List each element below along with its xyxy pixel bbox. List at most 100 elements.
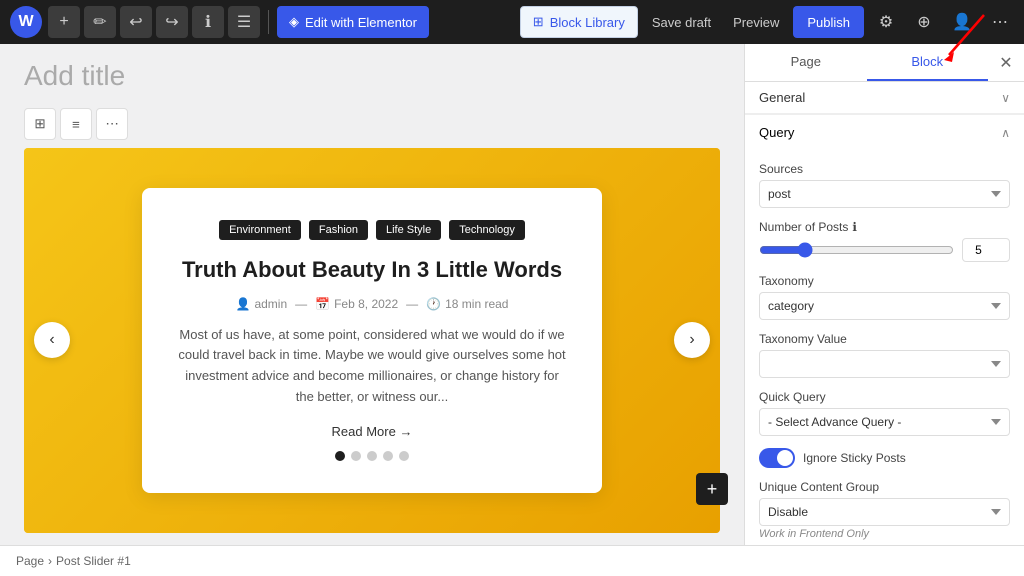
query-section-header[interactable]: Query ∧: [745, 115, 1024, 150]
slider-next-button[interactable]: ›: [674, 322, 710, 358]
slider-dots: [178, 451, 566, 461]
taxonomy-field-group: Taxonomy category tag: [759, 274, 1010, 320]
quick-query-field-group: Quick Query - Select Advance Query -: [759, 390, 1010, 436]
editor-area: Add title ⊞ ≡ ⋯ ‹ Environment Fashion Li…: [0, 44, 744, 545]
sources-field-group: Sources post page: [759, 162, 1010, 208]
block-more-button[interactable]: ⋯: [96, 108, 128, 140]
patterns-button[interactable]: ⊕: [908, 6, 940, 38]
slider-prev-button[interactable]: ‹: [34, 322, 70, 358]
edit-elementor-button[interactable]: ◈ Edit with Elementor: [277, 6, 429, 38]
calendar-icon: 📅: [315, 297, 330, 311]
main-toolbar: W + ✏ ↩ ↪ ℹ ☰ ◈ Edit with Elementor ⊞ Bl…: [0, 0, 1024, 44]
breadcrumb-separator: ›: [48, 554, 52, 568]
edit-elementor-label: Edit with Elementor: [305, 15, 417, 30]
number-of-posts-field-group: Number of Posts ℹ: [759, 220, 1010, 262]
toggle-thumb: [777, 450, 793, 466]
dot-1[interactable]: [335, 451, 345, 461]
tag-lifestyle: Life Style: [376, 220, 441, 240]
author-name: admin: [254, 297, 287, 311]
elementor-icon: ◈: [289, 14, 299, 30]
meta-dash-2: —: [406, 297, 418, 311]
add-block-button[interactable]: +: [48, 6, 80, 38]
add-block-fab[interactable]: +: [696, 473, 728, 505]
ignore-sticky-label: Ignore Sticky Posts: [803, 451, 906, 465]
post-title: Truth About Beauty In 3 Little Words: [178, 256, 566, 285]
dot-5[interactable]: [399, 451, 409, 461]
query-fields: Sources post page Number of Posts ℹ: [745, 150, 1024, 545]
number-of-posts-label: Number of Posts ℹ: [759, 220, 1010, 234]
ignore-sticky-row: Ignore Sticky Posts: [759, 448, 1010, 468]
tools-button[interactable]: ✏: [84, 6, 116, 38]
panel-close-button[interactable]: ✕: [988, 45, 1024, 81]
number-posts-input[interactable]: [962, 238, 1010, 262]
redo-button[interactable]: ↪: [156, 6, 188, 38]
number-posts-row: [759, 238, 1010, 262]
add-title-placeholder[interactable]: Add title: [24, 60, 720, 92]
publish-button[interactable]: Publish: [793, 6, 864, 38]
sources-select[interactable]: post page: [759, 180, 1010, 208]
general-label: General: [759, 90, 805, 105]
block-library-label: Block Library: [550, 15, 625, 30]
info-button[interactable]: ℹ: [192, 6, 224, 38]
right-panel: Page Block ✕ General ∨ Query ∧: [744, 44, 1024, 545]
undo-button[interactable]: ↩: [120, 6, 152, 38]
toolbar-separator: [268, 10, 269, 34]
taxonomy-value-label: Taxonomy Value: [759, 332, 1010, 346]
tag-technology: Technology: [449, 220, 525, 240]
preview-button[interactable]: Preview: [725, 15, 787, 30]
work-note: Work in Frontend Only: [759, 528, 1010, 540]
account-button[interactable]: 👤: [946, 6, 978, 38]
more-options-button[interactable]: ⋯: [984, 6, 1016, 38]
general-chevron-icon: ∨: [1001, 91, 1010, 105]
taxonomy-value-field-group: Taxonomy Value: [759, 332, 1010, 378]
post-author: 👤 admin: [236, 297, 288, 311]
read-more-link[interactable]: Read More →: [332, 424, 413, 439]
post-meta: 👤 admin — 📅 Feb 8, 2022 — 🕐 18 min read: [178, 297, 566, 311]
query-label: Query: [759, 125, 794, 140]
block-align-button[interactable]: ≡: [60, 108, 92, 140]
author-icon: 👤: [236, 297, 251, 311]
save-draft-button[interactable]: Save draft: [644, 15, 719, 30]
breadcrumb: Page › Post Slider #1: [0, 545, 1024, 576]
dot-4[interactable]: [383, 451, 393, 461]
taxonomy-select[interactable]: category tag: [759, 292, 1010, 320]
block-library-button[interactable]: ⊞ Block Library: [520, 6, 638, 38]
quick-query-label: Quick Query: [759, 390, 1010, 404]
taxonomy-value-select[interactable]: [759, 350, 1010, 378]
query-chevron-icon: ∧: [1001, 126, 1010, 140]
query-section: Query ∧ Sources post page: [745, 115, 1024, 545]
number-posts-slider[interactable]: [759, 242, 954, 258]
panel-tabs-header: Page Block ✕: [745, 44, 1024, 82]
breadcrumb-page[interactable]: Page: [16, 554, 44, 568]
sources-label: Sources: [759, 162, 1010, 176]
list-view-button[interactable]: ☰: [228, 6, 260, 38]
wp-logo[interactable]: W: [8, 4, 44, 40]
unique-content-field-group: Unique Content Group Disable Enable Work…: [759, 480, 1010, 540]
block-library-icon: ⊞: [533, 14, 544, 30]
info-icon: ℹ: [852, 220, 857, 234]
dot-2[interactable]: [351, 451, 361, 461]
read-time-value: 18 min read: [445, 297, 508, 311]
slider-widget: ‹ Environment Fashion Life Style Technol…: [24, 148, 720, 533]
slider-card: Environment Fashion Life Style Technolog…: [142, 188, 602, 493]
toolbar-right: ⊞ Block Library Save draft Preview Publi…: [520, 6, 1016, 38]
main-area: Add title ⊞ ≡ ⋯ ‹ Environment Fashion Li…: [0, 44, 1024, 545]
unique-content-select[interactable]: Disable Enable: [759, 498, 1010, 526]
dot-3[interactable]: [367, 451, 377, 461]
tag-environment: Environment: [219, 220, 301, 240]
general-section-header[interactable]: General ∨: [745, 82, 1024, 114]
block-toolbar: ⊞ ≡ ⋯: [24, 108, 720, 140]
ignore-sticky-toggle[interactable]: [759, 448, 795, 468]
settings-button[interactable]: ⚙: [870, 6, 902, 38]
block-type-button[interactable]: ⊞: [24, 108, 56, 140]
post-read-time: 🕐 18 min read: [426, 297, 508, 311]
post-tags: Environment Fashion Life Style Technolog…: [178, 220, 566, 240]
quick-query-select[interactable]: - Select Advance Query -: [759, 408, 1010, 436]
date-value: Feb 8, 2022: [334, 297, 398, 311]
tab-page[interactable]: Page: [745, 44, 867, 81]
breadcrumb-item[interactable]: Post Slider #1: [56, 554, 131, 568]
unique-content-label: Unique Content Group: [759, 480, 1010, 494]
tab-block[interactable]: Block: [867, 44, 989, 81]
meta-dash-1: —: [295, 297, 307, 311]
general-section: General ∨: [745, 82, 1024, 115]
